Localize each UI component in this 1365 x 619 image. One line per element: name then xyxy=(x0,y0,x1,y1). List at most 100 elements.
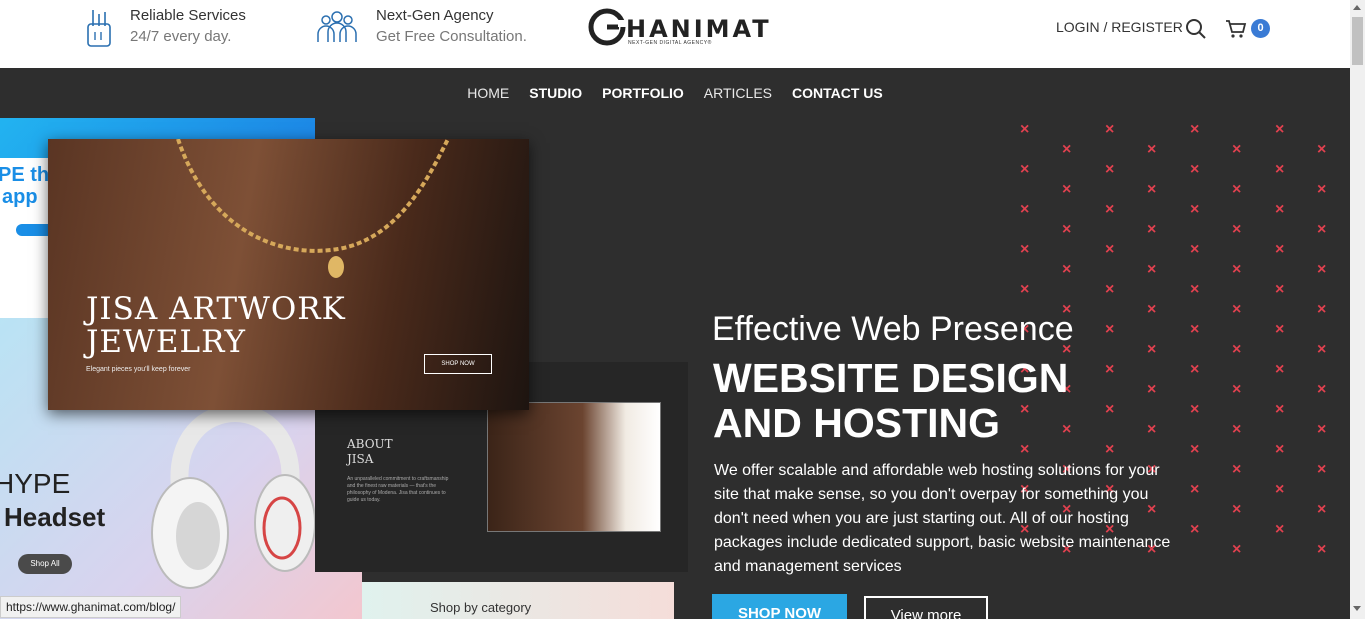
cross-mark-icon: × xyxy=(1232,261,1242,278)
cross-mark-icon: × xyxy=(1190,241,1200,258)
shop-by-category-card: Shop by category xyxy=(362,582,674,619)
page-scrollbar[interactable] xyxy=(1350,0,1365,619)
cross-mark-icon: × xyxy=(1317,381,1327,398)
cross-mark-icon: × xyxy=(1317,181,1327,198)
cross-mark-icon: × xyxy=(1232,181,1242,198)
cross-mark-icon: × xyxy=(1317,141,1327,158)
site-logo[interactable]: HANIMAT NEXT-GEN DIGITAL AGENCY® xyxy=(588,8,772,51)
cross-mark-icon: × xyxy=(1190,361,1200,378)
cross-mark-icon: × xyxy=(1317,341,1327,358)
cross-mark-icon: × xyxy=(1275,281,1285,298)
cross-mark-icon: × xyxy=(1190,481,1200,498)
cross-mark-icon: × xyxy=(1020,161,1030,178)
jewelry-title: JISA ARTWORK JEWELRY xyxy=(86,291,346,360)
cross-mark-icon: × xyxy=(1190,321,1200,338)
headset-promo-subtitle: Headset xyxy=(4,502,106,532)
cross-mark-icon: × xyxy=(1020,201,1030,218)
nav-item-articles[interactable]: ARTICLES xyxy=(704,85,772,101)
cross-mark-icon: × xyxy=(1317,541,1327,558)
cross-mark-icon: × xyxy=(1147,421,1157,438)
shop-all-button: Shop All xyxy=(18,554,72,574)
cross-mark-icon: × xyxy=(1147,181,1157,198)
cross-mark-icon: × xyxy=(1147,381,1157,398)
hand-rings-image xyxy=(487,402,661,532)
necklace-image xyxy=(168,138,468,294)
cross-mark-icon: × xyxy=(1062,221,1072,238)
cross-mark-icon: × xyxy=(1020,281,1030,298)
app-promo-text: app xyxy=(2,186,38,208)
jewelry-shop-button: SHOP NOW xyxy=(424,354,492,374)
nav-item-home[interactable]: HOME xyxy=(467,85,509,101)
cross-mark-icon: × xyxy=(1147,141,1157,158)
cross-mark-icon: × xyxy=(1190,121,1200,138)
hand-gesture-icon xyxy=(84,6,116,48)
g-circle-logo-icon xyxy=(588,8,626,51)
cross-mark-icon: × xyxy=(1232,501,1242,518)
search-icon[interactable] xyxy=(1185,18,1207,45)
main-nav: HOME STUDIO PORTFOLIO ARTICLES CONTACT U… xyxy=(0,68,1350,118)
cross-mark-icon: × xyxy=(1232,541,1242,558)
cross-mark-icon: × xyxy=(1190,401,1200,418)
cross-mark-icon: × xyxy=(1275,521,1285,538)
cross-mark-icon: × xyxy=(1317,421,1327,438)
feature-reliable-services: Reliable Services 24/7 every day. xyxy=(84,6,246,48)
scroll-up-arrow-icon[interactable] xyxy=(1353,5,1361,10)
hero-kicker: Effective Web Presence xyxy=(712,310,1074,348)
cross-mark-icon: × xyxy=(1232,421,1242,438)
scrollbar-thumb[interactable] xyxy=(1352,17,1363,65)
cross-mark-icon: × xyxy=(1105,161,1115,178)
cross-mark-icon: × xyxy=(1317,501,1327,518)
cross-mark-icon: × xyxy=(1190,281,1200,298)
cross-mark-icon: × xyxy=(1232,301,1242,318)
cross-mark-icon: × xyxy=(1147,221,1157,238)
team-icon xyxy=(316,6,358,48)
cross-mark-icon: × xyxy=(1020,241,1030,258)
cart-icon[interactable] xyxy=(1225,18,1247,45)
hero-description: We offer scalable and affordable web hos… xyxy=(714,462,1171,575)
cross-mark-icon: × xyxy=(1275,361,1285,378)
cart-count-badge: 0 xyxy=(1251,19,1270,38)
cross-mark-icon: × xyxy=(1232,221,1242,238)
feature-title: Reliable Services xyxy=(130,7,246,24)
cross-mark-icon: × xyxy=(1275,441,1285,458)
cross-mark-icon: × xyxy=(1275,481,1285,498)
scroll-down-arrow-icon[interactable] xyxy=(1353,606,1361,611)
cross-mark-icon: × xyxy=(1062,181,1072,198)
cross-mark-icon: × xyxy=(1317,221,1327,238)
feature-next-gen-agency: Next-Gen Agency Get Free Consultation. xyxy=(316,6,527,48)
cross-mark-icon: × xyxy=(1275,121,1285,138)
cross-mark-icon: × xyxy=(1105,281,1115,298)
cross-mark-icon: × xyxy=(1232,141,1242,158)
feature-subtitle: Get Free Consultation. xyxy=(376,28,527,45)
cross-mark-icon: × xyxy=(1232,461,1242,478)
cross-mark-icon: × xyxy=(1105,201,1115,218)
shop-now-button[interactable]: SHOP NOW xyxy=(712,594,847,619)
cross-mark-icon: × xyxy=(1275,201,1285,218)
cross-mark-icon: × xyxy=(1317,261,1327,278)
view-more-button[interactable]: View more xyxy=(864,596,988,619)
logo-tagline: NEXT-GEN DIGITAL AGENCY® xyxy=(628,40,712,46)
nav-item-contact-us[interactable]: CONTACT US xyxy=(792,85,883,101)
cross-mark-icon: × xyxy=(1275,321,1285,338)
cross-mark-icon: × xyxy=(1105,321,1115,338)
nav-item-studio[interactable]: STUDIO xyxy=(529,85,582,101)
logo-text: HANIMAT xyxy=(626,15,772,43)
cross-mark-icon: × xyxy=(1317,461,1327,478)
cross-mark-icon: × xyxy=(1105,241,1115,258)
cross-mark-icon: × xyxy=(1190,201,1200,218)
cross-mark-icon: × xyxy=(1105,121,1115,138)
nav-item-portfolio[interactable]: PORTFOLIO xyxy=(602,85,684,101)
cross-mark-icon: × xyxy=(1275,241,1285,258)
cross-mark-icon: × xyxy=(1232,341,1242,358)
top-header: Reliable Services 24/7 every day. Next-G… xyxy=(0,0,1350,68)
feature-title: Next-Gen Agency xyxy=(376,7,494,24)
login-register-link[interactable]: LOGIN / REGISTER xyxy=(1056,19,1183,35)
cross-mark-icon: × xyxy=(1275,161,1285,178)
about-text: An unparalleled commitment to craftsmans… xyxy=(347,476,449,503)
cross-mark-icon: × xyxy=(1062,141,1072,158)
cross-mark-icon: × xyxy=(1020,121,1030,138)
cross-mark-icon: × xyxy=(1275,401,1285,418)
headset-promo-title: HYPE xyxy=(0,468,71,499)
feature-subtitle: 24/7 every day. xyxy=(130,28,232,45)
jewelry-subtitle: Elegant pieces you'll keep forever xyxy=(86,366,191,373)
